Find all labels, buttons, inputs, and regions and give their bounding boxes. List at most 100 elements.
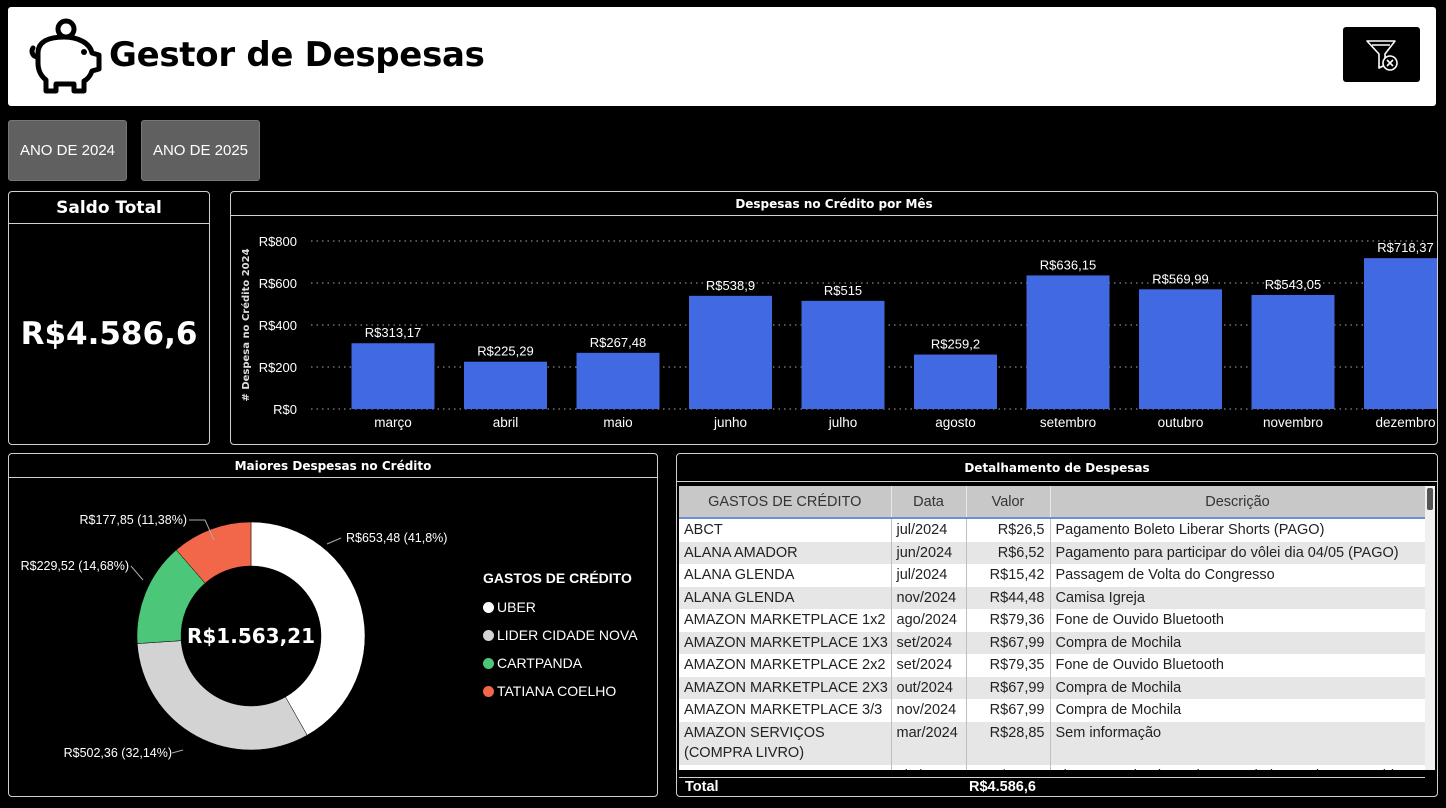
monthly-chart-title: Despesas no Crédito por Mês	[231, 192, 1437, 216]
cell-valor: R$79,35	[966, 654, 1051, 677]
bar-agosto[interactable]	[914, 354, 997, 409]
clear-filters-button[interactable]	[1343, 27, 1420, 82]
bar-data-label: R$543,05	[1265, 277, 1321, 292]
bar-maio[interactable]	[576, 352, 660, 409]
donut-slice-lider-cidade-nova[interactable]	[136, 640, 308, 751]
cell-gastos: AMAZON MARKETPLACE 3/3	[679, 699, 892, 722]
cell-data: nov/2024	[891, 699, 967, 722]
legend-dot	[483, 601, 494, 613]
column-header-valor[interactable]: Valor	[966, 486, 1051, 519]
cell-valor: R$104,6	[966, 764, 1051, 770]
x-tick-label: novembro	[1263, 415, 1323, 430]
year-2024-button[interactable]: ANO DE 2024	[8, 120, 127, 181]
clear-filter-icon	[1365, 39, 1398, 71]
table-row[interactable]: AMAZON MARKETPLACE 2X3 out/2024 R$67,99 Com…	[679, 676, 1425, 699]
table-row[interactable]: ALANA AMADOR jun/2024 R$6,52 Pagamento para…	[679, 541, 1425, 564]
bar-data-label: R$569,99	[1152, 271, 1208, 286]
legend-item-cartpanda[interactable]: CARTPANDA	[483, 649, 638, 677]
column-header-descricao[interactable]: Descrição	[1050, 486, 1425, 519]
bar-data-label: R$313,17	[365, 325, 421, 340]
cell-descricao: Fone de Ouvido Bluetooth	[1050, 609, 1425, 632]
x-tick-label: agosto	[935, 415, 976, 430]
expense-table-viewport[interactable]: GASTOS DE CRÉDITO Data Valor Descrição A…	[679, 486, 1425, 770]
saldo-total-value: R$4.586,6	[20, 316, 198, 352]
bar-março[interactable]	[351, 343, 435, 409]
monthly-expenses-chart: Despesas no Crédito por Mês # Despesa no…	[230, 191, 1438, 445]
top-expenses-chart: Maiores Despesas no Crédito R$1.563,21 R$…	[8, 453, 658, 797]
legend-title: GASTOS DE CRÉDITO	[483, 570, 632, 586]
saldo-total-title: Saldo Total	[9, 192, 209, 224]
cell-gastos: AMAZON SERVIÇOS (COMPRA LIVRO)	[679, 721, 892, 765]
x-tick-label: dezembro	[1375, 415, 1435, 430]
cell-valor: R$67,99	[966, 631, 1051, 654]
slice-data-label: R$653,48 (41,8%)	[346, 531, 447, 545]
slice-data-label: R$177,85 (11,38%)	[80, 513, 187, 527]
total-label: Total	[685, 779, 719, 795]
bar-data-label: R$225,29	[477, 344, 533, 359]
legend-item-tatiana-coelho[interactable]: TATIANA COELHO	[483, 677, 638, 705]
x-tick-label: março	[374, 415, 412, 430]
cell-valor: R$15,42	[966, 564, 1051, 587]
legend-item-lider-cidade-nova[interactable]: LIDER CIDADE NOVA	[483, 621, 638, 649]
table-row[interactable]: ALANA GLENDA jul/2024 R$15,42 Passagem de V…	[679, 564, 1425, 587]
bar-junho[interactable]	[689, 295, 772, 409]
bar-outubro[interactable]	[1139, 289, 1222, 409]
cell-descricao: Pagamento para participar do vôlei dia 0…	[1050, 541, 1425, 564]
bar-setembro[interactable]	[1026, 275, 1110, 409]
total-value: R$4.586,6	[969, 779, 1036, 795]
cell-gastos: AMAZON SERVIÇOS	[679, 764, 892, 770]
cell-descricao: Compra de Mochila	[1050, 631, 1425, 654]
table-row[interactable]: ALANA GLENDA nov/2024 R$44,48 Camisa Igreja	[679, 586, 1425, 609]
cell-data: jun/2024	[891, 541, 967, 564]
legend-dot	[483, 657, 494, 669]
bar-chart-svg: # Despesa no Crédito 2024 R$0 R$200 R$400 R$…	[240, 234, 1437, 430]
cell-descricao: Passagem de Volta do Congresso	[1050, 564, 1425, 587]
legend-dot	[483, 685, 494, 697]
bar-julho[interactable]	[801, 300, 885, 409]
legend-item-uber[interactable]: UBER	[483, 593, 638, 621]
cell-data: set/2024	[891, 654, 967, 677]
expense-table: GASTOS DE CRÉDITO Data Valor Descrição A…	[679, 486, 1425, 770]
column-header-data[interactable]: Data	[891, 486, 967, 519]
cell-data: set/2024	[891, 631, 967, 654]
bar-dezembro[interactable]	[1364, 258, 1437, 409]
table-row[interactable]: AMAZON SERVIÇOS (COMPRA LIVRO) mar/2024 R$…	[679, 721, 1425, 765]
bar-data-label: R$718,37	[1377, 240, 1433, 255]
x-tick-label: junho	[713, 415, 747, 430]
cell-gastos: AMAZON MARKETPLACE 2x2	[679, 654, 892, 677]
cell-gastos: AMAZON MARKETPLACE 2X3	[679, 676, 892, 699]
table-row[interactable]: AMAZON MARKETPLACE 1x2 ago/2024 R$79,36 Fon…	[679, 609, 1425, 632]
expense-details-panel: Detalhamento de Despesas GASTOS DE CRÉDI…	[676, 453, 1438, 797]
y-tick-label: R$400	[259, 318, 297, 333]
cell-data: ago/2024	[891, 609, 967, 632]
table-scrollbar[interactable]	[1425, 486, 1435, 770]
donut-center-total: R$1.563,21	[187, 624, 315, 648]
x-tick-label: outubro	[1158, 415, 1204, 430]
cell-descricao: Sem informação	[1050, 721, 1425, 765]
cell-gastos: ALANA AMADOR	[679, 541, 892, 564]
donut-legend: GASTOS DE CRÉDITO UBER LIDER CIDADE NOVA C…	[483, 570, 638, 705]
cell-gastos: ALANA GLENDA	[679, 564, 892, 587]
table-row[interactable]: AMAZON SERVIÇOSabr/2024R$104,6Livro Apre…	[679, 764, 1425, 770]
column-header-gastos[interactable]: GASTOS DE CRÉDITO	[679, 486, 892, 519]
scrollbar-thumb[interactable]	[1427, 488, 1433, 510]
table-row[interactable]: ABCT jul/2024 R$26,5 Pagamento Boleto Liber…	[679, 518, 1425, 542]
bar-data-label: R$538,9	[706, 278, 755, 293]
cell-gastos: AMAZON MARKETPLACE 1X3	[679, 631, 892, 654]
table-row[interactable]: AMAZON MARKETPLACE 2x2 set/2024 R$79,35 Fon…	[679, 654, 1425, 677]
cell-valor: R$67,99	[966, 676, 1051, 699]
table-header-row: GASTOS DE CRÉDITO Data Valor Descrição	[679, 486, 1425, 519]
table-row[interactable]: AMAZON MARKETPLACE 3/3 nov/2024 R$67,99 Com…	[679, 699, 1425, 722]
leader-line	[171, 749, 184, 754]
leader-line	[130, 565, 144, 581]
bar-data-label: R$259,2	[931, 337, 980, 352]
table-row[interactable]: AMAZON MARKETPLACE 1X3 set/2024 R$67,99 Com…	[679, 631, 1425, 654]
legend-dot	[483, 629, 494, 641]
bar-novembro[interactable]	[1251, 294, 1335, 409]
year-2025-button[interactable]: ANO DE 2025	[141, 120, 260, 181]
x-tick-label: abril	[493, 415, 519, 430]
bar-data-label: R$515	[824, 283, 862, 298]
cell-descricao: Compra de Mochila	[1050, 699, 1425, 722]
bar-abril[interactable]	[464, 361, 547, 409]
x-tick-label: maio	[603, 415, 632, 430]
